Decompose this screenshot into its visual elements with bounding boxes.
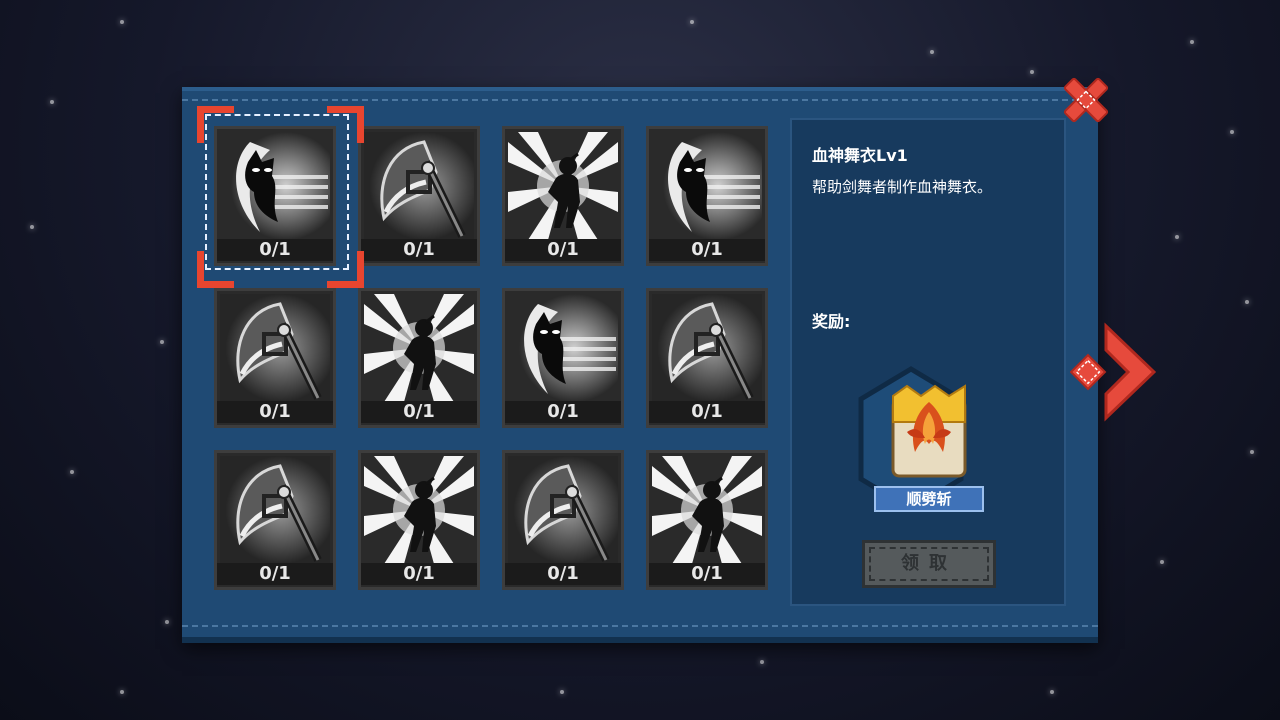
axe-weapon-icon bbox=[652, 294, 762, 402]
collection-slot[interactable]: 0/1 bbox=[358, 450, 480, 590]
slot-count: 0/1 bbox=[649, 239, 765, 261]
collection-slot[interactable]: 0/1 bbox=[214, 288, 336, 428]
collection-slot[interactable]: 0/1 bbox=[502, 126, 624, 266]
axe-weapon-icon bbox=[220, 456, 330, 564]
selection-corner bbox=[327, 106, 364, 143]
panel-stitching bbox=[182, 99, 1098, 101]
slot-count: 0/1 bbox=[361, 401, 477, 423]
axe-weapon-icon bbox=[364, 132, 474, 240]
slot-count: 0/1 bbox=[649, 563, 765, 585]
slot-count: 0/1 bbox=[361, 239, 477, 261]
slot-count: 0/1 bbox=[505, 401, 621, 423]
claim-button-border bbox=[869, 547, 989, 581]
axe-weapon-icon bbox=[508, 456, 618, 564]
shadow-imp-icon bbox=[652, 132, 762, 240]
collection-slot[interactable]: 0/1 bbox=[214, 450, 336, 590]
radiant-figure-icon bbox=[508, 132, 618, 240]
item-title: 血神舞衣Lv1 bbox=[812, 146, 908, 165]
close-icon[interactable] bbox=[1060, 74, 1112, 126]
collection-slot[interactable]: 0/1 bbox=[646, 288, 768, 428]
shadow-imp-icon bbox=[508, 294, 618, 402]
collection-slot[interactable]: 0/1 bbox=[502, 450, 624, 590]
slot-count: 0/1 bbox=[505, 563, 621, 585]
radiant-figure-icon bbox=[364, 294, 474, 402]
claim-button[interactable]: 领取 bbox=[862, 540, 996, 588]
slot-count: 0/1 bbox=[505, 239, 621, 261]
selection-corner bbox=[197, 251, 234, 288]
radiant-figure-icon bbox=[364, 456, 474, 564]
reward-name-tag: 顺劈斩 bbox=[874, 486, 984, 512]
axe-weapon-icon bbox=[220, 294, 330, 402]
panel-stitching bbox=[182, 625, 1098, 627]
item-description: 帮助剑舞者制作血神舞衣。 bbox=[812, 178, 993, 196]
collection-slot[interactable]: 0/1 bbox=[358, 126, 480, 266]
slot-count: 0/1 bbox=[649, 401, 765, 423]
item-info-panel: 血神舞衣Lv1 帮助剑舞者制作血神舞衣。 奖励: 顺劈斩 领取 bbox=[790, 118, 1066, 606]
collection-slot[interactable]: 0/1 bbox=[502, 288, 624, 428]
selection-corner bbox=[327, 251, 364, 288]
slot-count: 0/1 bbox=[361, 563, 477, 585]
next-arrow-icon[interactable] bbox=[1070, 322, 1156, 422]
collection-slot[interactable]: 0/1 bbox=[358, 288, 480, 428]
selection-corner bbox=[197, 106, 234, 143]
phoenix-scroll-icon[interactable] bbox=[887, 382, 971, 482]
radiant-figure-icon bbox=[652, 456, 762, 564]
collection-slot[interactable]: 0/1 bbox=[646, 126, 768, 266]
slot-count: 0/1 bbox=[217, 563, 333, 585]
collection-slot[interactable]: 0/1 bbox=[646, 450, 768, 590]
slot-count: 0/1 bbox=[217, 401, 333, 423]
reward-label: 奖励: bbox=[812, 312, 851, 331]
